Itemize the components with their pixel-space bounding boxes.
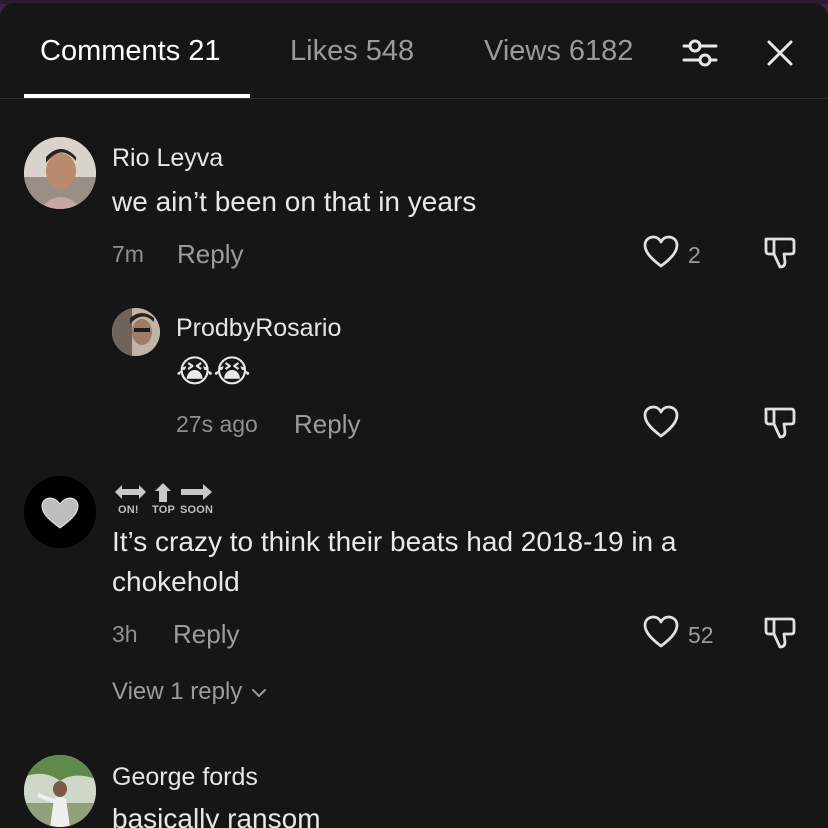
heart-outline-icon[interactable] <box>643 615 679 649</box>
badge-label-middle: TOP <box>152 504 176 516</box>
reply-author[interactable]: ProdbyRosario <box>176 314 341 343</box>
dislike-icon[interactable] <box>763 235 797 271</box>
reply-time: 27s ago <box>176 411 258 437</box>
comments-panel: Comments 21 Likes 548 Views 6182 Rio Ley… <box>0 3 828 828</box>
tab-views[interactable]: Views 6182 <box>484 35 633 68</box>
comment-text-line2: chokehold <box>112 566 240 597</box>
heart-outline-icon[interactable] <box>643 235 679 269</box>
reply-text: 😭😭 <box>176 353 251 389</box>
comment-time: 7m <box>112 241 144 267</box>
filter-sliders-icon[interactable] <box>682 35 718 71</box>
view-replies-button[interactable]: View 1 reply <box>112 678 267 706</box>
avatar[interactable] <box>24 137 96 209</box>
comment-author[interactable]: Rio Leyva <box>112 144 223 173</box>
reply-button[interactable]: Reply <box>173 619 239 650</box>
avatar[interactable] <box>24 476 96 548</box>
comment-time: 3h <box>112 621 138 647</box>
view-replies-label: View 1 reply <box>112 678 243 705</box>
comment-text: we ain’t been on that in years <box>112 186 477 217</box>
avatar[interactable] <box>24 755 96 827</box>
tab-comments[interactable]: Comments 21 <box>40 35 221 68</box>
comment-author[interactable]: George fords <box>112 763 258 792</box>
comment-text: basically ransom <box>112 803 321 828</box>
badge-label-left: ON! <box>118 504 139 516</box>
dislike-icon[interactable] <box>763 615 797 651</box>
close-icon[interactable] <box>765 38 795 68</box>
reply-button[interactable]: Reply <box>177 239 243 270</box>
badge-label-right: SOON <box>180 504 214 516</box>
avatar[interactable] <box>112 308 160 356</box>
tab-likes[interactable]: Likes 548 <box>290 35 414 68</box>
tab-bar: Comments 21 Likes 548 Views 6182 <box>0 3 828 99</box>
reply-button[interactable]: Reply <box>294 409 360 440</box>
comment-text-line1: It’s crazy to think their beats had 2018… <box>112 526 677 557</box>
dislike-icon[interactable] <box>763 405 797 441</box>
chevron-down-icon <box>251 688 266 697</box>
arrows-badge-icon <box>113 482 217 504</box>
like-count: 2 <box>688 242 701 268</box>
heart-outline-icon[interactable] <box>643 405 679 439</box>
active-tab-indicator <box>24 94 250 98</box>
like-count: 52 <box>688 622 714 648</box>
